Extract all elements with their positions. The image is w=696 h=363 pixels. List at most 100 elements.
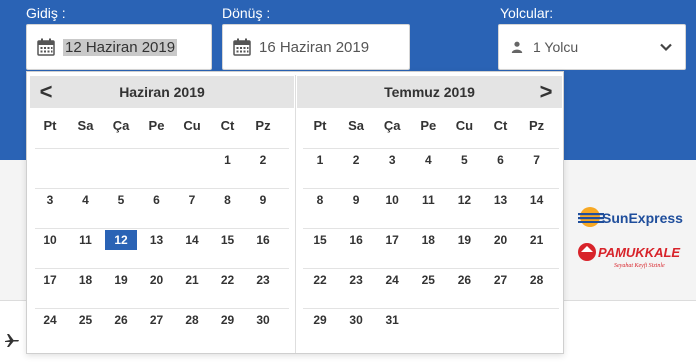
calendar-day[interactable]: 5 — [105, 190, 137, 210]
return-date-value: 16 Haziran 2019 — [259, 38, 370, 56]
calendar-day[interactable]: 23 — [247, 270, 279, 290]
calendar-day[interactable]: 28 — [176, 310, 208, 330]
prev-month-arrow[interactable]: < — [35, 78, 57, 106]
calendar-day[interactable]: 10 — [34, 230, 66, 250]
calendar-day[interactable]: 20 — [485, 230, 517, 250]
calendar-day[interactable]: 25 — [412, 270, 444, 290]
departure-date-input[interactable]: 12 Haziran 2019 — [26, 24, 212, 70]
calendar-day[interactable]: 27 — [141, 310, 173, 330]
weekday-header: Cu — [455, 118, 474, 133]
pamukkale-logo: PAMUKKALE Seyahat Keyfi Sizinle — [578, 243, 680, 269]
calendar-day[interactable]: 21 — [521, 230, 553, 250]
week-row-divider — [35, 268, 289, 269]
date-picker-popup: Haziran 2019 Temmuz 2019 < > Pt Sa Ça Pe Cu C… — [26, 71, 564, 354]
week-row-divider — [35, 308, 289, 309]
calendar-day[interactable]: 27 — [485, 270, 517, 290]
calendar-day[interactable]: 4 — [412, 150, 444, 170]
calendar-day[interactable]: 24 — [376, 270, 408, 290]
calendar-day[interactable]: 15 — [212, 230, 244, 250]
calendar-day[interactable]: 11 — [70, 230, 102, 250]
calendar-day[interactable]: 9 — [247, 190, 279, 210]
calendar-day[interactable]: 29 — [212, 310, 244, 330]
calendar-day[interactable]: 23 — [340, 270, 372, 290]
weekday-header: Ct — [220, 118, 235, 133]
selected-day[interactable]: 12 — [105, 230, 137, 250]
calendar-day[interactable]: 12 — [448, 190, 480, 210]
calendar-day[interactable]: 24 — [34, 310, 66, 330]
return-date-input[interactable]: 16 Haziran 2019 — [222, 24, 410, 70]
sunexpress-logo: SunExpress — [578, 207, 683, 227]
calendar-day[interactable]: 25 — [70, 310, 102, 330]
calendar-day[interactable]: 2 — [247, 150, 279, 170]
weekday-header: Pe — [420, 118, 437, 133]
svg-text:SunExpress: SunExpress — [602, 210, 683, 226]
month-title: Temmuz 2019 — [384, 84, 475, 100]
passengers-value: 1 Yolcu — [533, 39, 579, 55]
calendar-day[interactable]: 28 — [521, 270, 553, 290]
calendar-day[interactable]: 11 — [412, 190, 444, 210]
calendar-day[interactable]: 30 — [247, 310, 279, 330]
plane-icon — [5, 334, 19, 347]
calendar-day[interactable]: 13 — [485, 190, 517, 210]
calendar-day[interactable]: 22 — [212, 270, 244, 290]
departure-date-value: 12 Haziran 2019 — [63, 38, 178, 56]
calendar-day[interactable]: 8 — [212, 190, 244, 210]
passengers-label: Yolcular: — [500, 5, 554, 21]
weekday-header: Pt — [313, 118, 327, 133]
svg-text:Seyahat Keyfi Sizinle: Seyahat Keyfi Sizinle — [614, 262, 665, 269]
calendar-day[interactable]: 8 — [304, 190, 336, 210]
week-row-divider — [35, 188, 289, 189]
calendar-day[interactable]: 10 — [376, 190, 408, 210]
calendar-day[interactable]: 6 — [485, 150, 517, 170]
calendar-day[interactable]: 3 — [34, 190, 66, 210]
month-title: Haziran 2019 — [119, 84, 205, 100]
weekday-header: Ça — [112, 118, 130, 133]
calendar-day[interactable]: 15 — [304, 230, 336, 250]
calendar-day[interactable]: 16 — [340, 230, 372, 250]
calendar-day[interactable]: 19 — [448, 230, 480, 250]
weekday-header: Cu — [183, 118, 201, 133]
calendar-day[interactable]: 14 — [176, 230, 208, 250]
calendar-day[interactable]: 29 — [304, 310, 336, 330]
calendar-day[interactable]: 26 — [448, 270, 480, 290]
chevron-down-icon — [660, 43, 672, 52]
calendar-day[interactable]: 22 — [304, 270, 336, 290]
weekday-header: Sa — [77, 118, 94, 133]
week-row-divider — [303, 308, 559, 309]
calendar-day[interactable]: 7 — [176, 190, 208, 210]
calendar-day[interactable]: 30 — [340, 310, 372, 330]
calendar-day[interactable]: 17 — [34, 270, 66, 290]
svg-text:PAMUKKALE: PAMUKKALE — [598, 245, 680, 260]
user-icon — [511, 41, 523, 53]
calendar-day[interactable]: 4 — [70, 190, 102, 210]
week-row-divider — [303, 148, 559, 149]
week-row-divider — [35, 148, 289, 149]
month-divider — [295, 75, 296, 353]
calendar-day[interactable]: 18 — [412, 230, 444, 250]
calendar-day[interactable]: 20 — [141, 270, 173, 290]
calendar-day[interactable]: 1 — [304, 150, 336, 170]
calendar-day[interactable]: 31 — [376, 310, 408, 330]
calendar-day[interactable]: 19 — [105, 270, 137, 290]
calendar-day[interactable]: 9 — [340, 190, 372, 210]
week-row-divider — [303, 228, 559, 229]
calendar-day[interactable]: 5 — [448, 150, 480, 170]
weekday-header: Sa — [348, 118, 365, 133]
weekday-header: Ça — [383, 118, 401, 133]
calendar-day[interactable]: 3 — [376, 150, 408, 170]
calendar-day[interactable]: 16 — [247, 230, 279, 250]
calendar-day[interactable]: 2 — [340, 150, 372, 170]
calendar-day[interactable]: 17 — [376, 230, 408, 250]
calendar-day[interactable]: 21 — [176, 270, 208, 290]
next-month-arrow[interactable]: > — [535, 78, 557, 106]
calendar-day[interactable]: 13 — [141, 230, 173, 250]
calendar-day[interactable]: 26 — [105, 310, 137, 330]
calendar-day[interactable]: 18 — [70, 270, 102, 290]
week-row-divider — [35, 228, 289, 229]
calendar-day[interactable]: 7 — [521, 150, 553, 170]
calendar-day[interactable]: 1 — [212, 150, 244, 170]
weekday-header: Ct — [493, 118, 508, 133]
calendar-day[interactable]: 14 — [521, 190, 553, 210]
calendar-day[interactable]: 6 — [141, 190, 173, 210]
passengers-select[interactable]: 1 Yolcu — [498, 24, 686, 70]
